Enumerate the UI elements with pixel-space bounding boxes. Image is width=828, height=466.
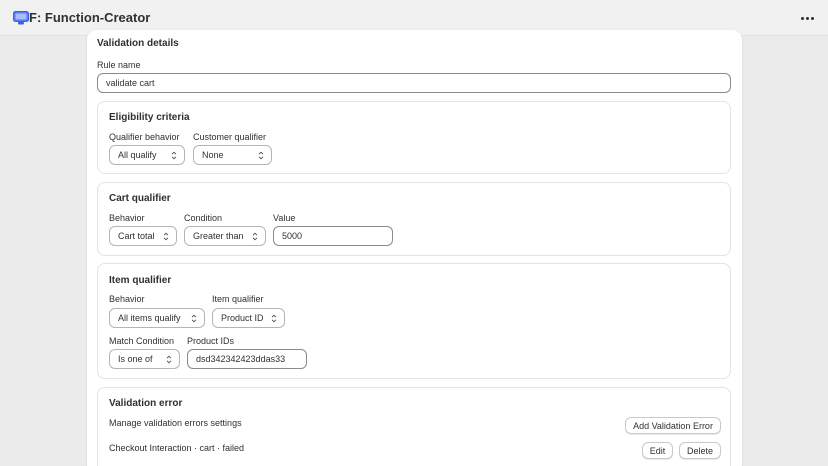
select-chevron-icon xyxy=(163,232,169,241)
validation-error-entry: Checkout Interaction · cart · failed xyxy=(109,443,245,453)
eligibility-criteria-section: Eligibility criteria Qualifier behavior … xyxy=(97,101,731,174)
match-condition-label: Match Condition xyxy=(109,336,175,346)
item-qualifier-title: Item qualifier xyxy=(109,275,172,286)
manage-validation-errors-text: Manage validation errors settings xyxy=(109,418,242,428)
select-chevron-icon xyxy=(191,314,197,323)
match-condition-value: Is one of xyxy=(118,354,153,364)
item-behavior-value: All items qualify xyxy=(118,313,181,323)
edit-button[interactable]: Edit xyxy=(642,442,673,459)
cart-condition-select[interactable]: Greater than xyxy=(184,226,266,246)
cart-condition-value: Greater than xyxy=(193,231,244,241)
app-title: F: Function-Creator xyxy=(29,10,151,25)
validation-error-section: Validation error Manage validation error… xyxy=(97,387,731,466)
cart-value-input[interactable]: 5000 xyxy=(273,226,393,246)
item-qualifier-section: Item qualifier Behavior All items qualif… xyxy=(97,263,731,379)
select-chevron-icon xyxy=(258,151,264,160)
customer-qualifier-label: Customer qualifier xyxy=(193,132,267,142)
product-ids-label: Product IDs xyxy=(187,336,235,346)
validation-details-title: Validation details xyxy=(97,38,179,49)
rule-name-label: Rule name xyxy=(97,60,141,70)
item-qualifier-select[interactable]: Product ID xyxy=(212,308,285,328)
customer-qualifier-select[interactable]: None xyxy=(193,145,272,165)
delete-button[interactable]: Delete xyxy=(679,442,721,459)
eligibility-criteria-title: Eligibility criteria xyxy=(109,112,190,123)
cart-condition-label: Condition xyxy=(184,213,223,223)
cart-qualifier-title: Cart qualifier xyxy=(109,193,171,204)
qualifier-behavior-value: All qualify xyxy=(118,150,157,160)
item-behavior-label: Behavior xyxy=(109,294,145,304)
match-condition-select[interactable]: Is one of xyxy=(109,349,180,369)
select-chevron-icon xyxy=(252,232,258,241)
cart-behavior-select[interactable]: Cart total xyxy=(109,226,177,246)
cart-value-label: Value xyxy=(273,213,296,223)
item-qualifier-label: Item qualifier xyxy=(212,294,264,304)
app-icon xyxy=(13,11,29,25)
add-validation-error-button[interactable]: Add Validation Error xyxy=(625,417,721,434)
qualifier-behavior-select[interactable]: All qualify xyxy=(109,145,185,165)
item-qualifier-value: Product ID xyxy=(221,313,264,323)
select-chevron-icon xyxy=(166,355,172,364)
validation-details-card: Validation details Rule name validate ca… xyxy=(87,30,742,466)
select-chevron-icon xyxy=(171,151,177,160)
item-behavior-select[interactable]: All items qualify xyxy=(109,308,205,328)
rule-name-input[interactable]: validate cart xyxy=(97,73,731,93)
product-ids-input[interactable]: dsd342342423ddas33 xyxy=(187,349,307,369)
select-chevron-icon xyxy=(271,314,277,323)
cart-behavior-value: Cart total xyxy=(118,231,155,241)
cart-qualifier-section: Cart qualifier Behavior Cart total Condi… xyxy=(97,182,731,256)
cart-behavior-label: Behavior xyxy=(109,213,145,223)
customer-qualifier-value: None xyxy=(202,150,224,160)
qualifier-behavior-label: Qualifier behavior xyxy=(109,132,180,142)
more-options-icon[interactable] xyxy=(796,10,818,26)
validation-error-title: Validation error xyxy=(109,398,183,409)
